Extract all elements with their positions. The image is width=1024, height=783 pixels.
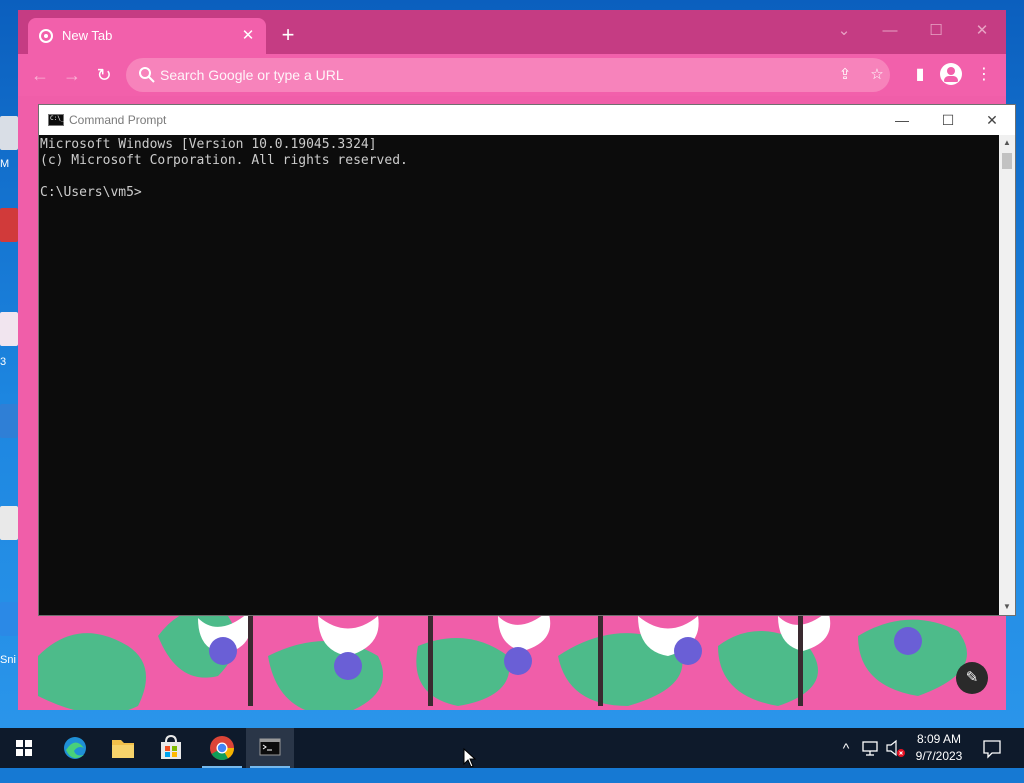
console-output[interactable]: Microsoft Windows [Version 10.0.19045.33…	[39, 135, 999, 615]
maximize-icon[interactable]: ☐	[918, 16, 954, 46]
console-prompt-line: C:\Users\vm5>	[40, 185, 142, 200]
browser-toolbar: ← → ↻ Search Google or type a URL ⇪ ☆ ▮ …	[18, 54, 1006, 96]
desktop-shortcut-icon[interactable]	[0, 404, 18, 438]
cmd-window-title: Command Prompt	[69, 113, 167, 127]
minimize-icon[interactable]: —	[872, 16, 908, 46]
store-icon	[161, 734, 181, 759]
start-button[interactable]	[0, 728, 48, 768]
mouse-cursor-icon	[463, 748, 477, 768]
chrome-icon	[210, 736, 234, 761]
system-clock[interactable]: 8:09 AM 9/7/2023	[904, 731, 974, 765]
scroll-down-arrow-icon[interactable]: ▼	[999, 599, 1015, 615]
desktop-shortcut-label: Sni	[0, 654, 16, 666]
network-monitor-glyph	[862, 741, 878, 756]
reload-icon[interactable]: ↻	[92, 63, 116, 87]
tab-search-chevron-icon[interactable]: ⌄	[826, 16, 862, 46]
taskbar-file-explorer[interactable]	[99, 728, 147, 768]
action-center-glyph	[983, 740, 1001, 759]
share-icon[interactable]: ⇪	[836, 66, 854, 84]
console-line: Microsoft Windows [Version 10.0.19045.33…	[40, 137, 377, 152]
cmd-icon	[259, 738, 281, 756]
tab-new-tab[interactable]: New Tab ✕	[28, 18, 266, 54]
omnibox-placeholder: Search Google or type a URL	[160, 67, 344, 83]
scroll-up-arrow-icon[interactable]: ▲	[999, 135, 1015, 151]
console-line: ​	[40, 169, 998, 185]
desktop-shortcut-label: 3	[0, 356, 7, 368]
minimize-icon[interactable]: —	[879, 105, 925, 135]
search-icon	[139, 67, 155, 83]
cmd-titlebar[interactable]: Command Prompt — ☐ ✕	[39, 105, 1015, 135]
volume-muted-icon[interactable]	[884, 728, 906, 768]
back-arrow-icon[interactable]: ←	[28, 63, 52, 87]
taskbar-edge[interactable]	[51, 728, 99, 768]
customize-edit-pencil-icon[interactable]: ✎	[956, 662, 988, 694]
close-icon[interactable]: ✕	[969, 105, 1015, 135]
close-icon[interactable]: ✕	[964, 16, 1000, 46]
side-panel-icon[interactable]: ▮	[908, 63, 932, 87]
taskbar-store[interactable]	[147, 728, 195, 768]
taskbar-chrome[interactable]	[198, 728, 246, 768]
scrollbar-thumb[interactable]	[1002, 153, 1012, 169]
browser-titlebar: New Tab ✕ + ⌄ — ☐ ✕	[18, 10, 1006, 54]
console-line: (c) Microsoft Corporation. All rights re…	[40, 153, 408, 168]
desktop-shortcut-icon[interactable]	[0, 312, 18, 346]
notifications-icon[interactable]	[980, 728, 1004, 768]
desktop-shortcut-label: M	[0, 158, 10, 170]
taskbar-command-prompt[interactable]	[246, 728, 294, 768]
show-hidden-icons-chevron-icon[interactable]: ^	[836, 728, 856, 768]
command-prompt-window: Command Prompt — ☐ ✕ Microsoft Windows […	[38, 104, 1016, 616]
desktop-shortcut-icon[interactable]	[0, 602, 18, 636]
desktop-shortcut-icon[interactable]	[0, 116, 18, 150]
taskbar: ^ 8:09 AM 9/7/2023	[0, 728, 1024, 768]
omnibox[interactable]: Search Google or type a URL ⇪ ☆	[126, 58, 890, 92]
edge-icon	[64, 737, 86, 759]
desktop-shortcut-icon[interactable]	[0, 208, 18, 242]
menu-dots-icon[interactable]: ⋮	[972, 63, 996, 87]
clock-date: 9/7/2023	[915, 749, 963, 763]
folder-icon	[112, 740, 134, 758]
close-tab-icon[interactable]: ✕	[238, 26, 258, 46]
new-tab-plus-icon[interactable]: +	[276, 24, 300, 48]
maximize-icon[interactable]: ☐	[925, 105, 971, 135]
vertical-scrollbar[interactable]: ▲ ▼	[999, 135, 1015, 615]
profile-avatar-icon[interactable]	[940, 63, 962, 85]
clock-time: 8:09 AM	[916, 732, 962, 746]
chrome-favicon-icon	[39, 29, 53, 43]
network-icon[interactable]	[860, 728, 880, 768]
cmd-app-icon	[48, 114, 64, 126]
desktop-shortcut-icon[interactable]	[0, 506, 18, 540]
forward-arrow-icon[interactable]: →	[60, 63, 84, 87]
speaker-glyph	[886, 739, 905, 757]
tab-title: New Tab	[62, 28, 113, 43]
bookmark-star-icon[interactable]: ☆	[868, 66, 886, 84]
windows-logo-icon	[16, 740, 32, 756]
